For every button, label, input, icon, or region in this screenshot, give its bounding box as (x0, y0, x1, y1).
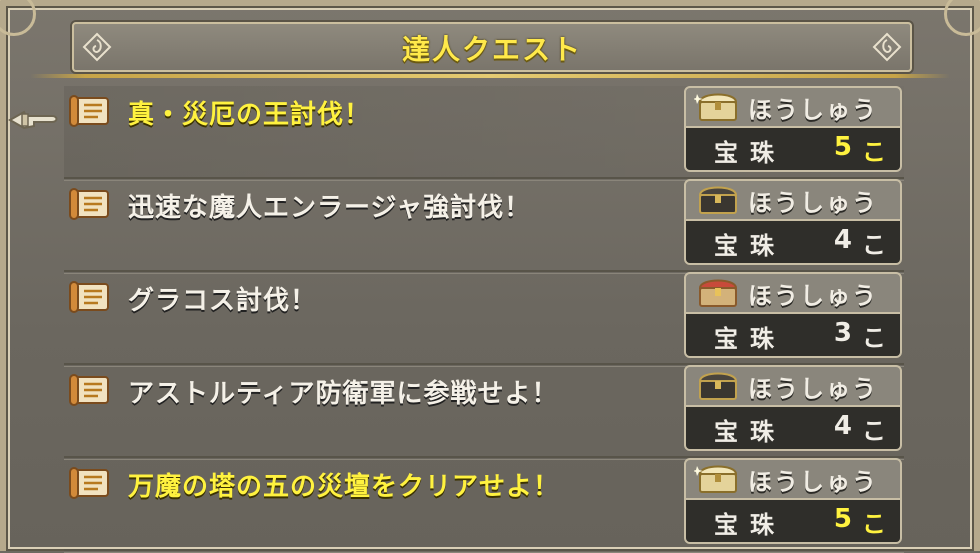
reward-label: ほうしゅう (748, 375, 878, 403)
quest-row[interactable]: グラコス討伐！ ほうしゅう 宝珠 3 こ (64, 272, 904, 367)
red-treasure-chest-icon (698, 279, 738, 307)
quest-list: 真・災厄の王討伐！ ほうしゅう 宝珠 5 こ 迅速な魔人エンラージャ強討伐！ ほ… (64, 86, 904, 553)
reward-item-name: 宝珠 (714, 511, 786, 539)
reward-unit: こ (862, 138, 886, 166)
reward-item-name: 宝珠 (714, 418, 786, 446)
ornament-icon (872, 32, 902, 62)
reward-count: 4 (833, 411, 852, 441)
scroll-icon (69, 188, 109, 220)
quest-row[interactable]: 真・災厄の王討伐！ ほうしゅう 宝珠 5 こ (64, 86, 904, 181)
reward-item-name: 宝珠 (714, 139, 786, 167)
reward-panel: ほうしゅう 宝珠 4 こ (684, 365, 902, 451)
scroll-icon (69, 467, 109, 499)
reward-label: ほうしゅう (748, 468, 878, 496)
reward-unit: こ (862, 510, 886, 538)
reward-panel: ほうしゅう 宝珠 5 こ (684, 458, 902, 544)
black-treasure-chest-icon (698, 372, 738, 400)
reward-item-name: 宝珠 (714, 232, 786, 260)
reward-count: 3 (833, 318, 852, 348)
scroll-icon (69, 374, 109, 406)
reward-panel: ほうしゅう 宝珠 5 こ (684, 86, 902, 172)
page-title: 達人クエスト (401, 33, 582, 66)
divider (30, 74, 950, 78)
quest-title: 真・災厄の王討伐！ (128, 100, 372, 130)
quest-row[interactable]: アストルティア防衛軍に参戦せよ！ ほうしゅう 宝珠 4 こ (64, 365, 904, 460)
reward-unit: こ (862, 231, 886, 259)
gold-treasure-chest-icon (694, 93, 738, 121)
gold-treasure-chest-icon (694, 465, 738, 493)
reward-panel: ほうしゅう 宝珠 4 こ (684, 179, 902, 265)
reward-count: 5 (833, 132, 852, 162)
reward-item-name: 宝珠 (714, 325, 786, 353)
reward-label: ほうしゅう (748, 189, 878, 217)
title-banner: 達人クエスト (72, 22, 912, 72)
reward-panel: ほうしゅう 宝珠 3 こ (684, 272, 902, 358)
frame-ornament-top-left (0, 0, 36, 36)
quest-title: アストルティア防衛軍に参戦せよ！ (128, 379, 559, 409)
scroll-icon (69, 281, 109, 313)
pointing-hand-cursor-icon (8, 110, 58, 130)
quest-row[interactable]: 万魔の塔の五の災壇をクリアせよ！ ほうしゅう 宝珠 5 こ (64, 458, 904, 553)
quest-row[interactable]: 迅速な魔人エンラージャ強討伐！ ほうしゅう 宝珠 4 こ (64, 179, 904, 274)
quest-title: グラコス討伐！ (128, 286, 318, 316)
reward-label: ほうしゅう (748, 96, 878, 124)
reward-label: ほうしゅう (748, 282, 878, 310)
reward-unit: こ (862, 417, 886, 445)
frame-ornament-top-right (944, 0, 980, 36)
black-treasure-chest-icon (698, 186, 738, 214)
reward-unit: こ (862, 324, 886, 352)
quest-title: 迅速な魔人エンラージャ強討伐！ (128, 193, 532, 223)
quest-title: 万魔の塔の五の災壇をクリアせよ！ (128, 472, 561, 502)
scroll-icon (69, 95, 109, 127)
reward-count: 4 (833, 225, 852, 255)
reward-count: 5 (833, 504, 852, 534)
